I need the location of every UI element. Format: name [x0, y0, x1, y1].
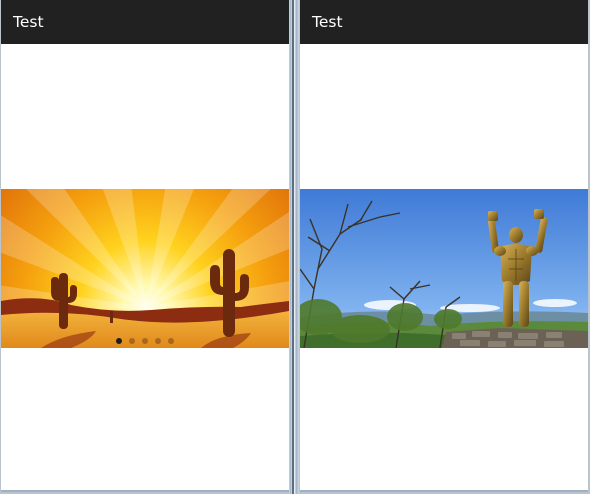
left-screen-bottom-edge	[1, 490, 289, 492]
right-image-slider[interactable]	[300, 189, 588, 348]
left-screen: Test	[1, 0, 289, 492]
left-app-title: Test	[13, 13, 44, 31]
page-dot-4[interactable]	[155, 338, 161, 344]
left-image-slider[interactable]	[1, 189, 289, 348]
left-app-bar: Test	[1, 0, 289, 44]
window-divider-line	[292, 0, 294, 494]
page-dot-1[interactable]	[116, 338, 122, 344]
right-screen-bottom-edge	[300, 490, 588, 492]
page-dot-2[interactable]	[129, 338, 135, 344]
desert-sunset-image	[1, 189, 289, 348]
right-app-title: Test	[312, 13, 343, 31]
page-dot-5[interactable]	[168, 338, 174, 344]
window-divider	[289, 0, 299, 494]
right-app-bar: Test	[300, 0, 588, 44]
slider-page-indicator	[1, 338, 289, 344]
statue-landscape-image	[300, 189, 588, 348]
page-dot-3[interactable]	[142, 338, 148, 344]
right-screen: Test	[300, 0, 588, 492]
